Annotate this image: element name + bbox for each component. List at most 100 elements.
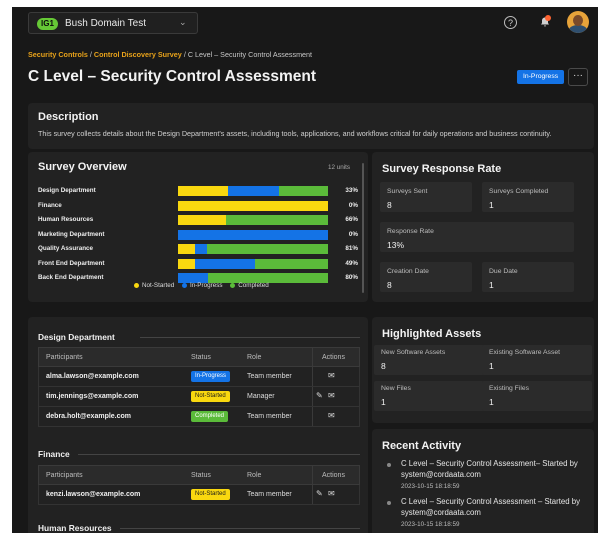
tile-value: 1	[489, 280, 494, 290]
category-label: Front End Department	[38, 259, 105, 267]
activity-dot	[387, 501, 391, 505]
tile-label: Surveys Completed	[489, 188, 549, 195]
column-header-status: Status	[191, 354, 211, 361]
category-label: Quality Assurance	[38, 245, 94, 252]
section-divider	[78, 454, 360, 455]
survey-overview-card: Survey Overview 12 units Design Departme…	[28, 152, 368, 302]
participants-card: Design Department Participants Status Ro…	[28, 317, 368, 533]
bar-segment-in-progress	[178, 229, 328, 240]
response-rate-heading: Survey Response Rate	[382, 163, 502, 175]
participant-role: Team member	[247, 413, 292, 420]
app-window: IG1 Bush Domain Test ⌄ ? Security Contro…	[12, 7, 598, 533]
participant-email: alma.lawson@example.com	[46, 373, 139, 380]
breadcrumb-control-discovery-survey[interactable]: Control Discovery Survey	[94, 50, 182, 59]
bell-icon[interactable]	[537, 14, 553, 30]
tile-value: 13%	[387, 240, 405, 250]
edit-icon[interactable]: ✎	[316, 489, 323, 498]
chart-legend: Not-Started In-Progress Completed	[128, 282, 269, 289]
breadcrumb-security-controls[interactable]: Security Controls	[28, 50, 88, 59]
description-card: Description This survey collects details…	[28, 103, 594, 149]
bar-segment-not-started	[178, 258, 195, 269]
tile-label: Existing Software Asset	[489, 349, 561, 356]
legend-in-progress: In-Progress	[189, 282, 223, 289]
participant-role: Team member	[247, 491, 292, 498]
bar-segment-completed	[226, 215, 328, 225]
section-heading-finance: Finance	[38, 449, 70, 459]
stacked-bar	[178, 244, 328, 254]
overview-scrollbar[interactable]	[362, 163, 364, 293]
survey-response-rate-card: Survey Response Rate Surveys Sent 8 Surv…	[372, 152, 594, 302]
table-row[interactable]: kenzi.lawson@example.com Not-Started Tea…	[38, 485, 360, 505]
breadcrumb-separator: /	[89, 50, 92, 59]
tile-label: Existing Files	[489, 385, 530, 392]
bar-segment-not-started	[178, 186, 228, 196]
column-header-status: Status	[191, 472, 211, 479]
tile-label: Creation Date	[387, 268, 429, 275]
tile-label: Surveys Sent	[387, 188, 428, 195]
table-row[interactable]: alma.lawson@example.com In-Progress Team…	[38, 367, 360, 387]
percent-label: 81%	[345, 245, 358, 252]
stacked-bar	[178, 258, 328, 269]
percent-label: 49%	[345, 259, 358, 267]
tile-due-date: Due Date 1	[482, 262, 574, 292]
category-label: Finance	[38, 201, 62, 209]
section-heading-design-department: Design Department	[38, 332, 115, 342]
table-row[interactable]: tim.jennings@example.com Not-Started Man…	[38, 387, 360, 407]
table-header: Participants Status Role Actions	[38, 347, 360, 367]
column-header-participants: Participants	[46, 472, 83, 479]
tile-label: New Files	[381, 385, 411, 392]
column-header-actions: Actions	[322, 472, 345, 479]
bar-segment-completed	[254, 258, 328, 269]
legend-swatch-in-progress	[181, 282, 187, 288]
org-badge: IG1	[37, 18, 58, 30]
edit-icon[interactable]: ✎	[316, 391, 323, 400]
survey-overview-heading: Survey Overview	[38, 161, 127, 173]
section-divider	[140, 337, 360, 338]
legend-swatch-completed	[230, 282, 236, 288]
participants-table-design: Participants Status Role Actions alma.la…	[38, 347, 360, 427]
activity-timestamp: 2023-10-15 18:18:59	[401, 483, 460, 490]
units-label: 12 units	[328, 164, 351, 171]
column-header-role: Role	[247, 354, 262, 361]
section-divider	[120, 528, 360, 529]
avatar[interactable]	[567, 11, 589, 33]
org-name: Bush Domain Test	[65, 18, 146, 29]
bar-segment-in-progress	[227, 186, 279, 196]
status-badge: Not-Started	[191, 489, 230, 500]
stacked-bar	[178, 229, 328, 240]
bar-segment-not-started	[178, 215, 226, 225]
column-divider	[312, 348, 313, 366]
breadcrumb: Security Controls / Control Discovery Surv…	[28, 50, 312, 59]
table-row[interactable]: debra.holt@example.com Completed Team me…	[38, 407, 360, 427]
tile-new-software-assets: New Software Assets 8	[374, 345, 484, 375]
breadcrumb-current: C Level – Security Control Assessment	[187, 50, 313, 59]
percent-label: 0%	[348, 201, 358, 209]
breadcrumb-separator: /	[183, 50, 186, 59]
bar-segment-completed	[206, 244, 328, 254]
mail-icon[interactable]: ✉	[328, 391, 335, 400]
org-selector[interactable]: IG1 Bush Domain Test ⌄	[28, 12, 198, 34]
mail-icon[interactable]: ✉	[328, 411, 335, 420]
tile-value: 8	[381, 361, 386, 371]
tile-existing-software-asset: Existing Software Asset 1	[482, 345, 592, 375]
tile-value: 1	[489, 397, 494, 407]
tile-creation-date: Creation Date 8	[380, 262, 472, 292]
tile-label: New Software Assets	[381, 349, 446, 356]
mail-icon[interactable]: ✉	[328, 489, 335, 498]
percent-label: 66%	[345, 216, 358, 223]
column-divider	[312, 407, 313, 426]
help-icon[interactable]: ?	[504, 16, 517, 29]
status-badge: Not-Started	[191, 391, 230, 402]
tile-surveys-sent: Surveys Sent 8	[380, 182, 472, 212]
chart-row: Human Resources 66%	[38, 215, 358, 225]
top-bar: IG1 Bush Domain Test ⌄ ?	[12, 7, 598, 38]
status-badge: In-Progress	[517, 70, 565, 84]
activity-text: C Level – Security Control Assessment– S…	[401, 459, 578, 479]
tile-existing-files: Existing Files 1	[482, 381, 592, 411]
mail-icon[interactable]: ✉	[328, 371, 335, 380]
chart-row: Front End Department 49%	[38, 258, 358, 269]
tile-value: 8	[387, 200, 392, 210]
more-options-button[interactable]: ···	[568, 68, 588, 86]
tile-surveys-completed: Surveys Completed 1	[482, 182, 574, 212]
column-divider	[312, 367, 313, 386]
